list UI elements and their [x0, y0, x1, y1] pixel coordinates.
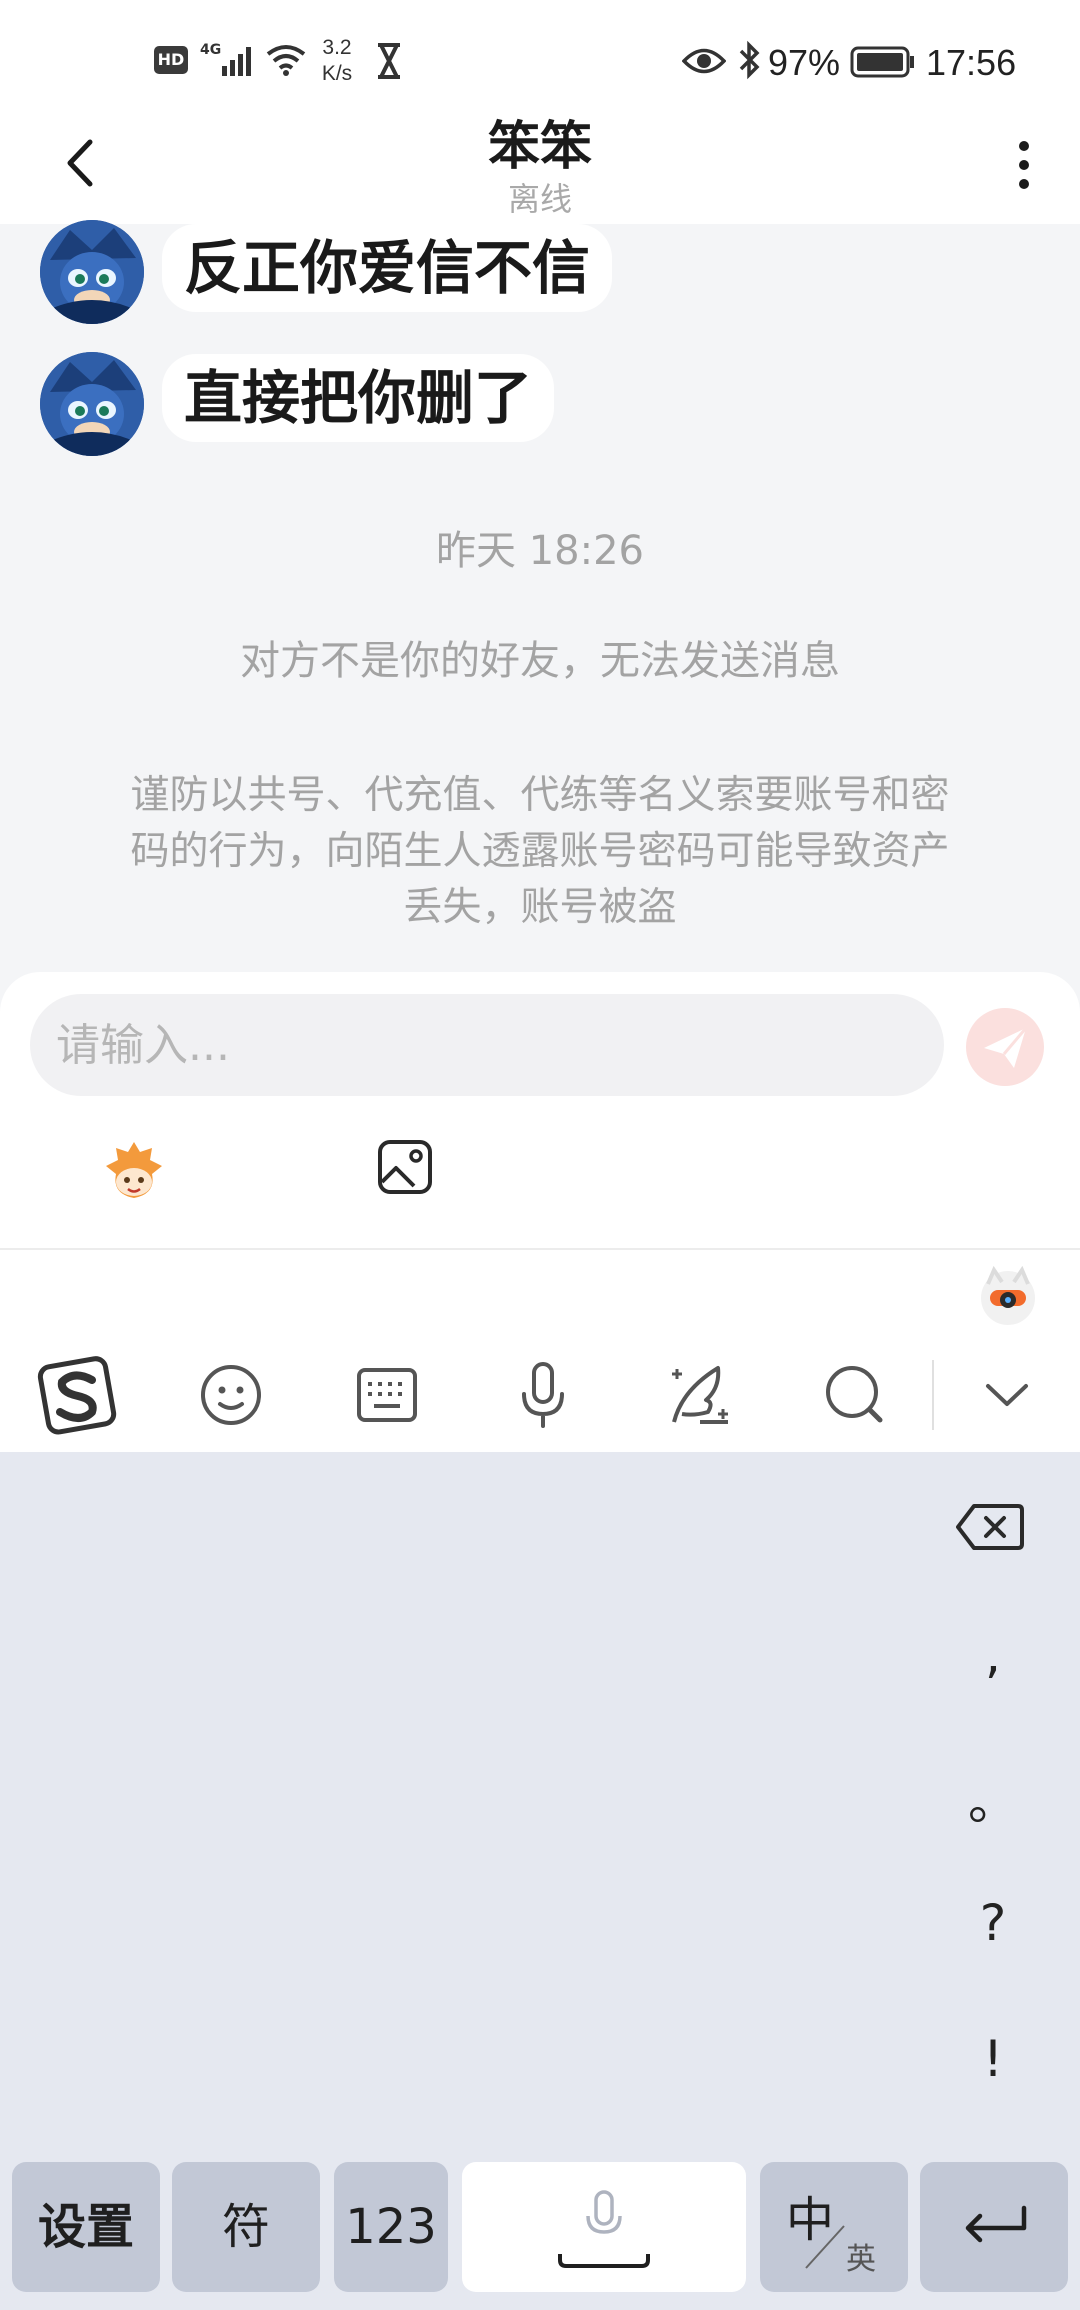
- timestamp: 昨天 18:26: [436, 528, 644, 574]
- space-key[interactable]: [462, 2162, 746, 2292]
- handwriting-icon[interactable]: [654, 1350, 744, 1440]
- chat-header: 笨笨 离线: [0, 100, 1080, 224]
- message-input[interactable]: [30, 994, 944, 1096]
- bluetooth-icon: [739, 40, 760, 80]
- battery-icon: [850, 46, 914, 78]
- lang-divider: [805, 2225, 845, 2269]
- avatar[interactable]: [40, 220, 144, 324]
- signal-icon: [222, 47, 251, 76]
- microphone-icon[interactable]: [498, 1350, 588, 1440]
- chat-title: 笨笨: [487, 117, 592, 177]
- enter-icon: [965, 2205, 1027, 2243]
- avatar[interactable]: [40, 352, 144, 456]
- wifi-icon: [266, 45, 306, 76]
- clock: 17:56: [926, 42, 1017, 83]
- sogou-logo-icon[interactable]: [34, 1350, 124, 1440]
- image-icon[interactable]: [376, 1138, 434, 1196]
- eye-icon: [682, 48, 726, 74]
- keyboard-toolbar: [0, 1250, 1080, 1452]
- space-mic-icon: [558, 2190, 650, 2268]
- chevron-down-icon[interactable]: [962, 1350, 1052, 1440]
- emoji-icon[interactable]: [186, 1350, 276, 1440]
- avatar-image: [40, 352, 144, 456]
- network-type: 4G: [200, 42, 222, 58]
- keyboard: , 。 ? ! 设置 符 123 中 英: [0, 1452, 1080, 2310]
- punctuation-key[interactable]: !: [950, 2030, 1036, 2088]
- security-warning-line: 谨防以共号、代充值、代练等名义索要账号和密: [130, 773, 950, 818]
- system-notice: 对方不是你的好友，无法发送消息: [240, 638, 840, 684]
- message-bubble[interactable]: 反正你爱信不信: [162, 224, 613, 312]
- enter-key[interactable]: [920, 2162, 1068, 2292]
- send-icon: [984, 1027, 1028, 1068]
- more-vertical-icon[interactable]: [1010, 140, 1038, 190]
- network-speed-unit: K/s: [321, 62, 353, 85]
- punctuation-key[interactable]: ,: [950, 1626, 1036, 1684]
- contact-status: 离线: [507, 180, 572, 218]
- avatar-image: [40, 220, 144, 324]
- hd-badge: HD: [154, 46, 188, 74]
- search-icon[interactable]: [810, 1350, 900, 1440]
- keyboard-icon[interactable]: [342, 1350, 432, 1440]
- hourglass-icon: [378, 43, 400, 79]
- security-warning-line: 丢失，账号被盗: [403, 885, 677, 930]
- network-speed-value: 3.2: [322, 36, 352, 59]
- numbers-key[interactable]: 123: [334, 2162, 448, 2292]
- lang-alt-label: 英: [846, 2242, 876, 2277]
- punctuation-key[interactable]: ?: [950, 1894, 1036, 1952]
- settings-key[interactable]: 设置: [12, 2162, 160, 2292]
- toolbar-divider: [932, 1360, 934, 1430]
- language-switch-key[interactable]: 中 英: [760, 2162, 908, 2292]
- sticker-icon[interactable]: [96, 1138, 172, 1204]
- message-bubble[interactable]: 直接把你删了: [162, 354, 555, 442]
- battery-percent: 97%: [768, 42, 841, 83]
- send-button[interactable]: [966, 1008, 1044, 1086]
- punctuation-key[interactable]: 。: [950, 1762, 1036, 1834]
- symbols-key[interactable]: 符: [172, 2162, 320, 2292]
- security-warning-line: 码的行为，向陌生人透露账号密码可能导致资产: [130, 829, 950, 874]
- keyboard-mascot-icon[interactable]: [976, 1264, 1040, 1328]
- backspace-icon[interactable]: [954, 1502, 1024, 1552]
- input-panel: [0, 972, 1080, 1250]
